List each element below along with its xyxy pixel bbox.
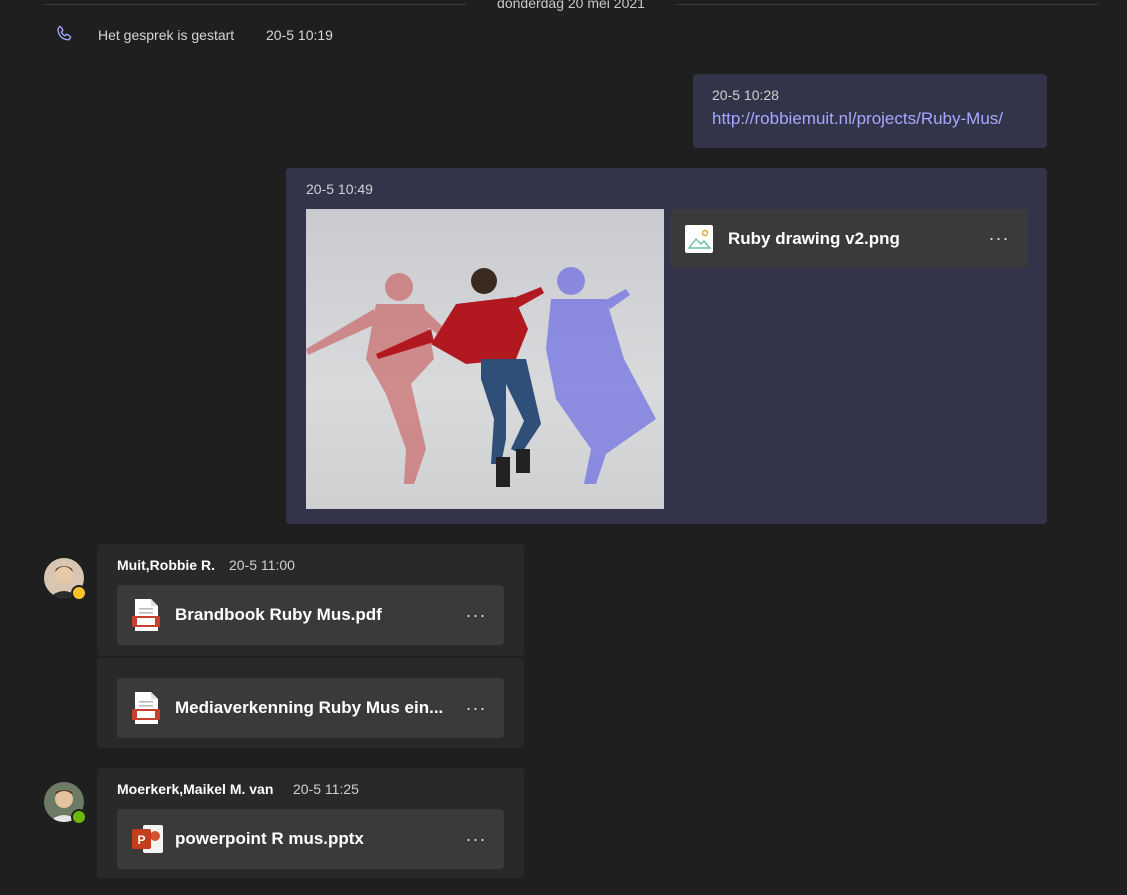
file-card-brandbook[interactable]: Brandbook Ruby Mus.pdf ···	[117, 585, 504, 645]
pdf-file-icon	[131, 691, 161, 725]
file-card-ruby-drawing[interactable]: Ruby drawing v2.png ···	[670, 209, 1027, 268]
my-message-link[interactable]: 20-5 10:28 http://robbiemuit.nl/projects…	[693, 74, 1047, 148]
more-options-button[interactable]: ···	[462, 698, 490, 719]
message-maikel[interactable]: Moerkerk,Maikel M. van 20-5 11:25 P powe…	[97, 768, 524, 878]
image-file-icon	[684, 224, 714, 254]
pdf-file-icon	[131, 598, 161, 632]
file-card-powerpoint[interactable]: P powerpoint R mus.pptx ···	[117, 809, 504, 869]
date-separator: donderdag 20 mei 2021	[497, 0, 645, 11]
sender-name: Moerkerk,Maikel M. van	[117, 781, 274, 797]
file-card-mediaverkenning[interactable]: Mediaverkenning Ruby Mus ein... ···	[117, 678, 504, 738]
powerpoint-file-icon: P	[131, 822, 165, 856]
sender-name: Muit,Robbie R.	[117, 557, 215, 573]
message-robbie[interactable]: Muit,Robbie R. 20-5 11:00 Brandbook Ruby…	[97, 544, 524, 656]
svg-text:P: P	[137, 833, 145, 847]
file-name: Mediaverkenning Ruby Mus ein...	[175, 698, 444, 717]
file-name: Brandbook Ruby Mus.pdf	[175, 605, 382, 624]
phone-icon	[54, 24, 74, 44]
presence-away-icon	[71, 585, 87, 601]
more-options-button[interactable]: ···	[462, 605, 490, 626]
call-started-text: Het gesprek is gestart	[98, 27, 235, 43]
date-divider-left	[44, 4, 466, 5]
project-link[interactable]: http://robbiemuit.nl/projects/Ruby-Mus/	[712, 109, 1003, 129]
call-started-time: 20-5 10:19	[266, 27, 333, 43]
more-options-button[interactable]: ···	[462, 829, 490, 850]
message-robbie-continued[interactable]: Mediaverkenning Ruby Mus ein... ···	[97, 658, 524, 748]
date-divider-right	[676, 4, 1099, 5]
message-time: 20-5 11:00	[229, 557, 295, 573]
presence-available-icon	[71, 809, 87, 825]
dancer-illustration	[306, 267, 656, 487]
my-message-image[interactable]: 20-5 10:49 Ruby drawing v2.png ···	[286, 168, 1047, 524]
image-preview[interactable]	[306, 209, 664, 509]
more-options-button[interactable]: ···	[985, 228, 1013, 249]
message-time: 20-5 10:49	[306, 181, 373, 197]
file-name: Ruby drawing v2.png	[728, 228, 900, 248]
file-name: powerpoint R mus.pptx	[175, 829, 364, 848]
message-time: 20-5 10:28	[712, 87, 779, 103]
message-time: 20-5 11:25	[293, 781, 359, 797]
